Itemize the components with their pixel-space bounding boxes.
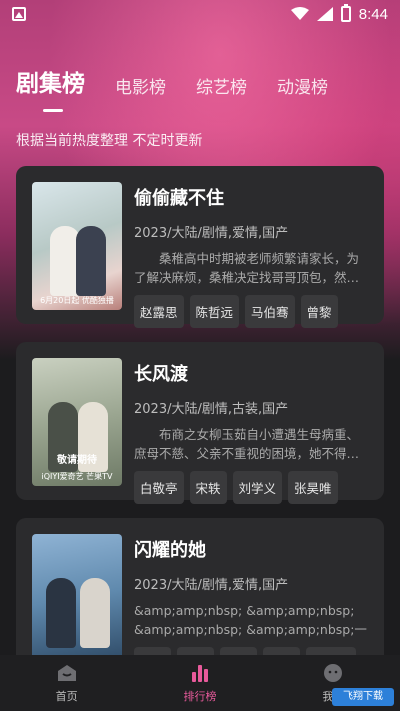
cast-list: 白敬亭 宋轶 刘学义 张昊唯: [134, 471, 368, 504]
gallery-icon: [12, 7, 26, 21]
tab-variety[interactable]: 综艺榜: [196, 73, 247, 98]
tab-anime[interactable]: 动漫榜: [277, 73, 328, 98]
item-meta: 2023/大陆/剧情,爱情,国产: [134, 578, 289, 593]
nav-label: 排行榜: [183, 690, 217, 703]
ranking-list: 6月20日起 优酷独播 偷偷藏不住 2023/大陆/剧情,爱情,国产 桑稚高中时…: [16, 166, 384, 694]
ranking-card[interactable]: 6月20日起 优酷独播 偷偷藏不住 2023/大陆/剧情,爱情,国产 桑稚高中时…: [16, 166, 384, 328]
profile-icon: [324, 664, 343, 682]
item-description: 布商之女柳玉茹自小遭遇生母病重、庶母不慈、父亲不重视的困境，她不得…: [134, 427, 360, 461]
cast-chip[interactable]: 陈哲远: [189, 295, 240, 328]
signal-icon: [316, 7, 333, 21]
cast-chip[interactable]: 曾黎: [300, 295, 338, 328]
cast-chip[interactable]: 宋轶: [189, 471, 227, 504]
item-meta: 2023/大陆/剧情,爱情,国产: [134, 226, 289, 241]
item-description: 桑稚高中时期被老师频繁请家长，为了解决麻烦，桑稚决定找哥哥顶包，然…: [134, 251, 360, 285]
status-bar: 8:44: [0, 0, 400, 28]
battery-icon: [340, 4, 351, 22]
cast-chip[interactable]: 赵露思: [134, 295, 184, 328]
cast-chip[interactable]: 白敬亭: [134, 471, 184, 504]
poster-caption: iQIYI爱奇艺 芒果TV: [41, 472, 113, 481]
chart-icon: [191, 665, 208, 682]
ranking-subtitle: 根据当前热度整理 不定时更新: [16, 133, 203, 149]
poster-figure: [76, 226, 106, 296]
poster-figure: [46, 578, 76, 648]
cast-chip[interactable]: 刘学义: [232, 471, 283, 504]
cast-chip[interactable]: 马伯骞: [245, 295, 295, 328]
poster-badge: 敬请期待: [57, 455, 97, 466]
item-title[interactable]: 偷偷藏不住: [134, 184, 368, 210]
poster-image[interactable]: [32, 534, 122, 662]
item-description: &amp;amp;nbsp; &amp;amp;nbsp; &amp;amp;n…: [134, 603, 367, 637]
poster-figure: [80, 578, 110, 648]
nav-ranking[interactable]: 排行榜: [160, 662, 240, 704]
home-icon: [57, 665, 76, 681]
tab-movies[interactable]: 电影榜: [115, 73, 166, 98]
status-time: 8:44: [358, 5, 388, 23]
cast-chip[interactable]: 张昊唯: [288, 471, 338, 504]
ranking-tabs: 剧集榜 电影榜 综艺榜 动漫榜: [16, 64, 328, 112]
item-meta: 2023/大陆/剧情,古装,国产: [134, 402, 289, 417]
cast-list: 赵露思 陈哲远 马伯骞 曾黎: [134, 295, 368, 328]
poster-image[interactable]: 敬请期待 iQIYI爱奇艺 芒果TV: [32, 358, 122, 486]
wifi-icon: [290, 7, 309, 20]
item-title[interactable]: 长风渡: [134, 360, 368, 386]
ranking-card[interactable]: 闪耀的她 2023/大陆/剧情,爱情,国产 &amp;amp;nbsp; &am…: [16, 518, 384, 680]
tab-series[interactable]: 剧集榜: [16, 64, 85, 112]
nav-label: 首页: [55, 690, 78, 703]
watermark-logo: 飞翔下载: [332, 688, 394, 706]
poster-image[interactable]: 6月20日起 优酷独播: [32, 182, 122, 310]
item-title[interactable]: 闪耀的她: [134, 536, 368, 562]
poster-caption: 6月20日起 优酷独播: [40, 296, 114, 305]
nav-home[interactable]: 首页: [27, 662, 107, 704]
ranking-card[interactable]: 敬请期待 iQIYI爱奇艺 芒果TV 长风渡 2023/大陆/剧情,古装,国产 …: [16, 342, 384, 504]
